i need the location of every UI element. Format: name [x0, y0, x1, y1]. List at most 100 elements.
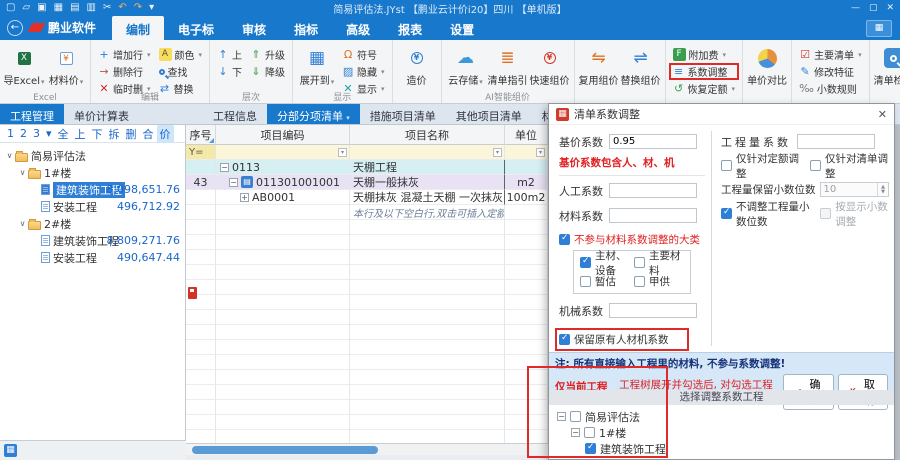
tree-toolbar-button-1[interactable]: 1	[4, 126, 17, 141]
table-empty-row[interactable]	[186, 370, 548, 385]
find-button[interactable]: 查找	[157, 65, 205, 78]
back-button[interactable]: ←	[7, 20, 23, 36]
material-price-button[interactable]: ¥材料价▾	[45, 43, 87, 87]
replace-pricing-button[interactable]: ⇌替换组价	[620, 43, 662, 87]
close-icon[interactable]: ✕	[878, 108, 887, 121]
quantity-coefficient-input[interactable]	[797, 134, 875, 149]
paste-icon[interactable]: ▥	[87, 0, 96, 16]
symbol-button[interactable]: Ω符号	[340, 48, 387, 61]
expand-toggle-icon[interactable]: −	[557, 412, 566, 421]
tab-settings[interactable]: 设置	[436, 16, 488, 40]
open-icon[interactable]: ▱	[22, 0, 30, 16]
tab-index[interactable]: 指标	[280, 16, 332, 40]
tab-other-list[interactable]: 其他项目清单	[446, 104, 532, 124]
no-adjust-decimal-option[interactable]: 不调整工程量小数位数	[721, 206, 814, 221]
tab-advanced[interactable]: 高级	[332, 16, 384, 40]
base-coefficient-input[interactable]	[609, 134, 697, 149]
list-check-button[interactable]: 清单检查	[873, 43, 900, 87]
tree-item[interactable]: 建筑装饰工程8,809,271.76	[0, 232, 185, 249]
tree-checkbox[interactable]	[585, 443, 596, 454]
move-down-button[interactable]: ↓下	[215, 65, 244, 78]
table-empty-row[interactable]	[186, 295, 548, 310]
table-empty-row[interactable]	[186, 340, 548, 355]
exclude-category-checkbox[interactable]	[559, 234, 570, 245]
close-icon[interactable]: ✕	[886, 3, 894, 13]
machine-coefficient-input[interactable]	[609, 303, 697, 318]
cost-button[interactable]: ¥造价	[396, 43, 438, 87]
tab-ebid[interactable]: 电子标	[164, 16, 228, 40]
table-filter-row[interactable]: Y=▾▾▾	[186, 145, 548, 160]
cloud-storage-button[interactable]: ☁云存储▾	[445, 43, 487, 87]
tree-toolbar-button-拆[interactable]: 拆	[106, 125, 123, 143]
option-owner-supplied[interactable]: 甲供	[634, 274, 684, 289]
add-row-button[interactable]: +增加行▾	[96, 48, 153, 61]
tree-toolbar-button-合[interactable]: 合	[140, 125, 157, 143]
tree-checkbox[interactable]	[584, 427, 595, 438]
tree-toolbar-button-▾[interactable]: ▾	[43, 126, 55, 141]
only-list-option[interactable]: 仅针对清单调整	[810, 158, 889, 173]
tree-toolbar-button-3[interactable]: 3	[30, 126, 43, 141]
expand-toggle-icon[interactable]: −	[220, 163, 229, 172]
keep-coefficient-row[interactable]: 保留原有人材机系数	[559, 332, 685, 347]
tab-project-info[interactable]: 工程信息	[203, 104, 267, 124]
option-major-material[interactable]: 主要材料	[634, 255, 684, 270]
move-up-button[interactable]: ↑上	[215, 48, 244, 61]
surcharge-button[interactable]: F附加费▾	[671, 48, 738, 61]
option-main-material-equipment[interactable]: 主材、设备	[580, 255, 630, 270]
column-header-单位[interactable]: 单位	[505, 125, 548, 145]
material-coefficient-input[interactable]	[609, 208, 697, 223]
scrollbar-thumb[interactable]	[192, 446, 378, 454]
export-excel-button[interactable]: X导Excel▾	[3, 43, 45, 87]
filter-dropdown-icon[interactable]: ▾	[536, 148, 545, 157]
filter-dropdown-icon[interactable]: ▾	[338, 148, 347, 157]
filter-cell[interactable]: ▾	[505, 145, 548, 160]
delete-row-button[interactable]: →删除行	[96, 65, 153, 78]
table-row[interactable]: 本行及以下空白行,双击可插入定额或清单	[186, 205, 548, 220]
filter-cell[interactable]: ▾	[216, 145, 350, 160]
expand-toggle-icon[interactable]: +	[240, 193, 249, 202]
by-display-option[interactable]: 按显示小数调整	[820, 206, 889, 221]
table-empty-row[interactable]	[186, 400, 548, 415]
table-row[interactable]: −0113天棚工程	[186, 160, 548, 175]
table-empty-row[interactable]	[186, 325, 548, 340]
table-row[interactable]: +AB0001天棚抹灰 混凝土天棚 一次抹灰 (10mm)100m2	[186, 190, 548, 205]
table-empty-row[interactable]	[186, 385, 548, 400]
labor-coefficient-input[interactable]	[609, 183, 697, 198]
tree-toolbar-button-删[interactable]: 删	[123, 125, 140, 143]
main-window-button[interactable]: ▦	[866, 20, 892, 37]
expand-toggle-icon[interactable]: −	[571, 428, 580, 437]
decimal-places-stepper[interactable]: 10 ▲▼	[820, 182, 890, 197]
tab-compile[interactable]: 编制	[112, 16, 164, 40]
edit-feature-button[interactable]: ✎修改特征	[797, 65, 864, 78]
tree-item[interactable]: ∨2#楼	[0, 215, 185, 232]
tree-checkbox[interactable]	[570, 411, 581, 422]
main-list-button[interactable]: ☑主要清单▾	[797, 48, 864, 61]
table-empty-row[interactable]	[186, 310, 548, 325]
coefficient-adjust-button[interactable]: ≡系数调整	[671, 65, 738, 78]
horizontal-scrollbar[interactable]	[186, 443, 548, 455]
filter-cell[interactable]: ▾	[350, 145, 505, 160]
new-icon[interactable]: ▢	[6, 0, 15, 16]
cut-icon[interactable]: ✂	[103, 0, 111, 16]
chevron-down-icon[interactable]: ∨	[17, 168, 28, 177]
tree-toolbar-button-上[interactable]: 上	[72, 125, 89, 143]
tree-item[interactable]: 安装工程496,712.92	[0, 198, 185, 215]
undo-icon[interactable]: ↶	[118, 0, 126, 16]
tab-measure-list[interactable]: 措施项目清单	[360, 104, 446, 124]
tree-toolbar-button-价[interactable]: 价	[157, 125, 174, 143]
filter-dropdown-icon[interactable]: ▾	[493, 148, 502, 157]
tab-boq-list[interactable]: 分部分项清单 ▾	[267, 104, 360, 124]
stepper-arrows-icon[interactable]: ▲▼	[877, 183, 888, 196]
tree-item[interactable]: 建筑装饰工程8,098,651.76	[0, 181, 185, 198]
table-empty-row[interactable]	[186, 220, 548, 235]
more-icon[interactable]: ▾	[149, 0, 154, 16]
table-empty-row[interactable]	[186, 235, 548, 250]
expand-toggle-icon[interactable]: −	[229, 178, 238, 187]
redo-icon[interactable]: ↷	[134, 0, 142, 16]
save-all-icon[interactable]: ▦	[54, 0, 63, 16]
table-empty-row[interactable]	[186, 280, 548, 295]
minimize-icon[interactable]: —	[851, 3, 860, 13]
quick-pricing-button[interactable]: ¥快速组价	[529, 43, 571, 87]
chevron-down-icon[interactable]: ∨	[17, 219, 28, 228]
tree-item[interactable]: ∨1#楼	[0, 164, 185, 181]
